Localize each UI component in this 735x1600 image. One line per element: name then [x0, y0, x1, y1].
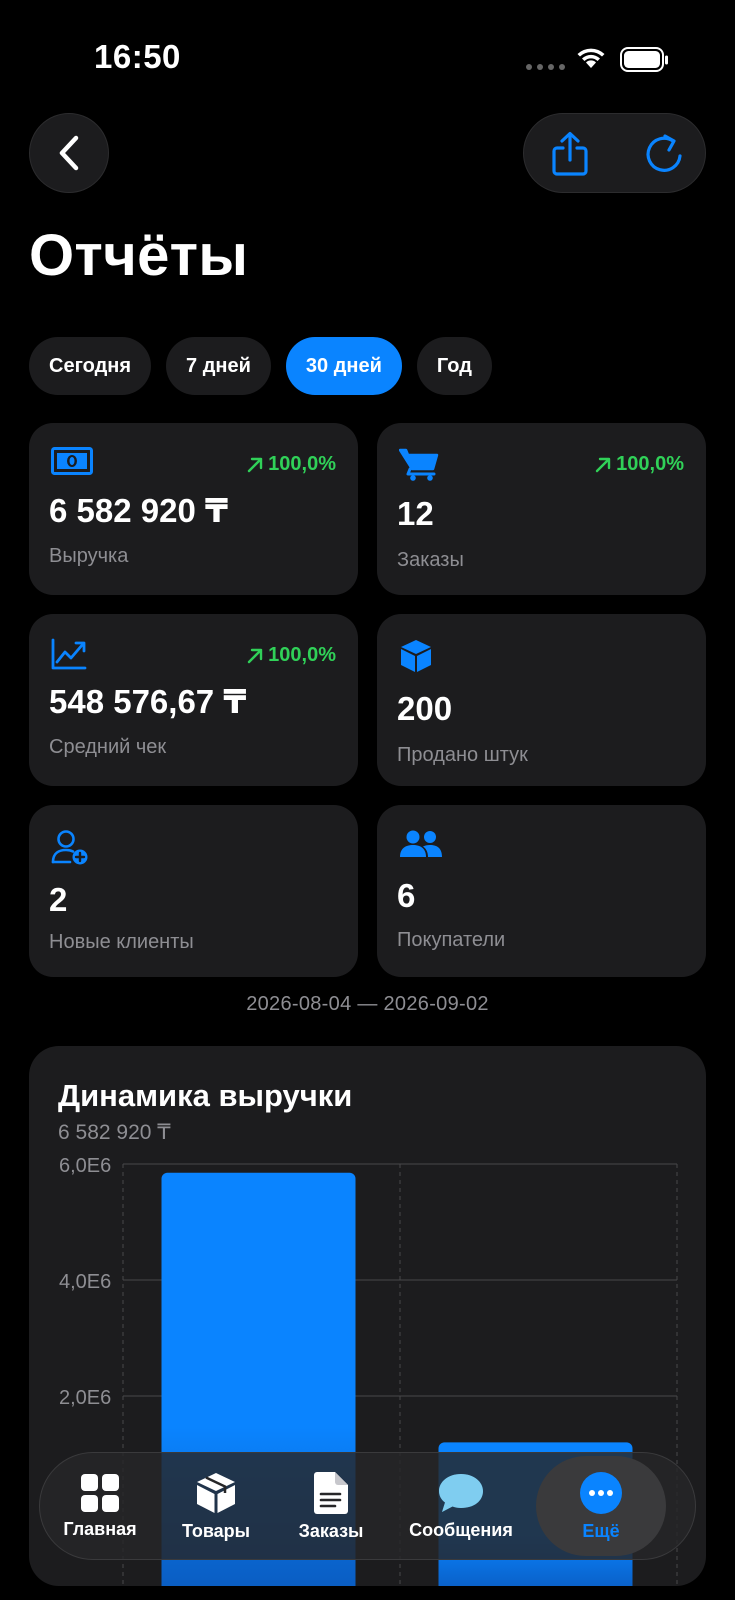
- add-person-icon: [51, 830, 88, 865]
- box-icon: [197, 1472, 235, 1513]
- tab-label: Заказы: [298, 1520, 364, 1541]
- chat-bubble-icon: [439, 1473, 483, 1512]
- period-chip-today[interactable]: Сегодня: [29, 337, 152, 395]
- period-chip-7-days[interactable]: 7 дней: [166, 337, 271, 395]
- grid-icon: [81, 1473, 119, 1512]
- y-tick-label: 2,0E6: [59, 1387, 111, 1409]
- stat-label: Продано штук: [397, 744, 528, 766]
- stat-label: Новые клиенты: [49, 931, 194, 953]
- period-chip-year[interactable]: Год: [416, 337, 492, 395]
- wifi-icon: [577, 48, 605, 68]
- share-button[interactable]: [544, 128, 596, 180]
- arrow-up-right-icon: [247, 457, 263, 472]
- stat-value: 2: [49, 881, 68, 918]
- more-icon: [580, 1471, 622, 1514]
- chart-subtitle: 6 582 920 ₸: [58, 1121, 171, 1144]
- cart-icon: [399, 448, 439, 481]
- tab-messages[interactable]: Сообщения: [386, 1456, 536, 1556]
- people-icon: [400, 830, 442, 857]
- average-check-delta: 100,0%: [246, 644, 336, 667]
- stat-card-units-sold[interactable]: 200 Продано штук: [377, 614, 706, 786]
- stat-card-revenue[interactable]: 100,0% 6 582 920 ₸ Выручка: [29, 423, 358, 595]
- orders-delta: 100,0%: [594, 453, 684, 476]
- status-time: 16:50: [94, 38, 181, 75]
- delta-value: 100,0%: [616, 453, 684, 475]
- refresh-icon: [646, 134, 682, 172]
- tab-home[interactable]: Главная: [44, 1456, 156, 1556]
- y-tick-label: 4,0E6: [59, 1271, 111, 1293]
- tab-products[interactable]: Товары: [156, 1456, 276, 1556]
- stat-value: 6 582 920 ₸: [49, 492, 228, 529]
- stat-label: Заказы: [397, 549, 464, 571]
- stat-card-customers[interactable]: 6 Покупатели: [377, 805, 706, 977]
- tab-label: Главная: [63, 1518, 137, 1539]
- stat-label: Покупатели: [397, 929, 506, 951]
- chart-title: Динамика выручки: [58, 1078, 353, 1113]
- trend-chart-icon: [51, 638, 87, 670]
- cellular-signal-icon: [526, 64, 565, 70]
- tab-more[interactable]: Ещё: [536, 1456, 666, 1556]
- arrow-up-right-icon: [595, 457, 611, 472]
- stat-card-average-check[interactable]: 100,0% 548 576,67 ₸ Средний чек: [29, 614, 358, 786]
- chevron-left-icon: [59, 135, 79, 171]
- page-title: Отчёты: [29, 223, 249, 288]
- banknote-icon: [51, 447, 93, 475]
- tab-label: Товары: [181, 1520, 251, 1541]
- stat-value: 548 576,67 ₸: [49, 683, 247, 720]
- battery-icon: [620, 47, 668, 72]
- tab-label: Ещё: [582, 1520, 620, 1541]
- back-button[interactable]: [29, 113, 109, 193]
- header-actions: [523, 113, 706, 193]
- stat-label: Средний чек: [49, 736, 167, 758]
- stat-value: 12: [397, 495, 434, 532]
- stat-value: 6: [397, 877, 416, 914]
- stat-label: Выручка: [49, 545, 129, 567]
- revenue-delta: 100,0%: [246, 453, 336, 476]
- share-icon: [552, 131, 588, 176]
- document-icon: [314, 1471, 348, 1514]
- delta-value: 100,0%: [268, 453, 336, 475]
- tab-bar: Главная Товары Заказы Сообщения Ещё: [39, 1452, 696, 1560]
- stat-value: 200: [397, 690, 453, 727]
- box-icon: [401, 640, 431, 672]
- tab-orders[interactable]: Заказы: [276, 1456, 386, 1556]
- status-bar: 16:50: [0, 0, 735, 100]
- date-range-label: 2026-08-04 — 2026-09-02: [246, 993, 489, 1015]
- period-chip-30-days[interactable]: 30 дней: [285, 337, 402, 395]
- tab-label: Сообщения: [409, 1519, 513, 1540]
- period-selector: Сегодня 7 дней 30 дней Год: [29, 337, 492, 395]
- refresh-button[interactable]: [638, 128, 690, 180]
- arrow-up-right-icon: [247, 648, 263, 663]
- stat-card-new-clients[interactable]: 2 Новые клиенты: [29, 805, 358, 977]
- delta-value: 100,0%: [268, 644, 336, 666]
- y-tick-label: 6,0E6: [59, 1155, 111, 1177]
- stat-card-orders[interactable]: 100,0% 12 Заказы: [377, 423, 706, 595]
